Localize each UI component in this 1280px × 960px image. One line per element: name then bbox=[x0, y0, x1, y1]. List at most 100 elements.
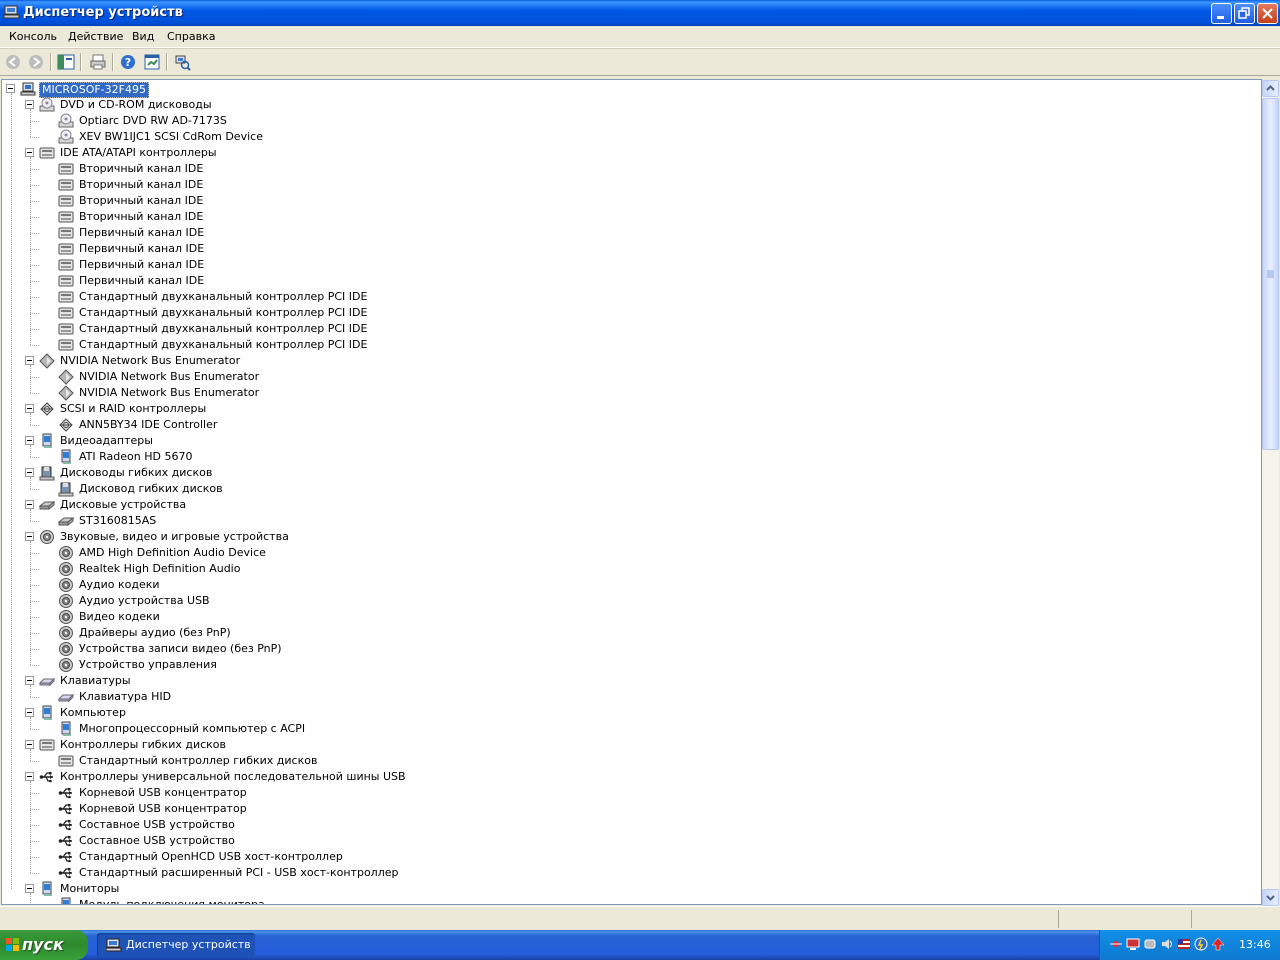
collapse-toggle[interactable] bbox=[25, 436, 34, 445]
tree-device[interactable]: Вторичный канал IDE bbox=[77, 162, 205, 176]
tree-device[interactable]: Корневой USB концентратор bbox=[77, 786, 249, 800]
tree-device[interactable]: Стандартный двухканальный контроллер PCI… bbox=[77, 338, 369, 352]
tree-device[interactable]: Корневой USB концентратор bbox=[77, 802, 249, 816]
tree-category[interactable]: Дисководы гибких дисков bbox=[58, 466, 214, 480]
menu-console[interactable]: Консоль bbox=[9, 30, 57, 43]
collapse-toggle[interactable] bbox=[25, 404, 34, 413]
power-icon[interactable] bbox=[1194, 937, 1208, 951]
tree-device[interactable]: AMD High Definition Audio Device bbox=[77, 546, 268, 560]
usb-icon bbox=[58, 849, 74, 865]
tree-category[interactable]: DVD и CD-ROM дисководы bbox=[58, 98, 214, 112]
tree-device[interactable]: Устройства записи видео (без PnP) bbox=[77, 642, 284, 656]
tree-device[interactable]: Первичный канал IDE bbox=[77, 274, 206, 288]
tree-category[interactable]: Клавиатуры bbox=[58, 674, 133, 688]
back-icon[interactable] bbox=[4, 53, 22, 71]
tree-device[interactable]: Вторичный канал IDE bbox=[77, 178, 205, 192]
tree-device[interactable]: Первичный канал IDE bbox=[77, 242, 206, 256]
scroll-thumb[interactable] bbox=[1262, 98, 1279, 450]
tree-device[interactable]: Многопроцессорный компьютер с ACPI bbox=[77, 722, 307, 736]
network-activity-icon[interactable] bbox=[1109, 937, 1123, 951]
tree-category[interactable]: SCSI и RAID контроллеры bbox=[58, 402, 208, 416]
collapse-toggle[interactable] bbox=[25, 100, 34, 109]
tree-device[interactable]: Дисковод гибких дисков bbox=[77, 482, 225, 496]
vertical-scrollbar[interactable] bbox=[1262, 80, 1279, 906]
tree-device[interactable]: Optiarc DVD RW AD-7173S bbox=[77, 114, 229, 128]
menu-help[interactable]: Справка bbox=[167, 30, 215, 43]
collapse-toggle[interactable] bbox=[6, 84, 15, 93]
collapse-toggle[interactable] bbox=[25, 740, 34, 749]
collapse-toggle[interactable] bbox=[25, 772, 34, 781]
restore-button[interactable] bbox=[1234, 3, 1255, 24]
collapse-toggle[interactable] bbox=[25, 148, 34, 157]
sound-settings-icon[interactable] bbox=[1143, 937, 1157, 951]
tree-device[interactable]: Первичный канал IDE bbox=[77, 226, 206, 240]
tree-device[interactable]: Аудио кодеки bbox=[77, 578, 162, 592]
safely-remove-hardware-icon[interactable] bbox=[1211, 937, 1225, 951]
show-hide-tree-icon[interactable] bbox=[57, 53, 75, 71]
help-icon[interactable]: ? bbox=[119, 53, 137, 71]
collapse-toggle[interactable] bbox=[25, 468, 34, 477]
tree-device[interactable]: XEV BW1IJC1 SCSI CdRom Device bbox=[77, 130, 265, 144]
tree-device[interactable]: Составное USB устройство bbox=[77, 818, 237, 832]
tree-category[interactable]: Компьютер bbox=[58, 706, 128, 720]
tree-device[interactable]: NVIDIA Network Bus Enumerator bbox=[77, 370, 261, 384]
tree-device[interactable]: ANN5BY34 IDE Controller bbox=[77, 418, 219, 432]
tree-category[interactable]: IDE ATA/ATAPI контроллеры bbox=[58, 146, 219, 160]
monitor-icon bbox=[39, 881, 55, 897]
tree-device[interactable]: Стандартный двухканальный контроллер PCI… bbox=[77, 322, 369, 336]
tree-category[interactable]: Видеоадаптеры bbox=[58, 434, 155, 448]
tree-device[interactable]: ATI Radeon HD 5670 bbox=[77, 450, 194, 464]
collapse-toggle[interactable] bbox=[25, 676, 34, 685]
tree-device[interactable]: ST3160815AS bbox=[77, 514, 158, 528]
tree-category[interactable]: Звуковые, видео и игровые устройства bbox=[58, 530, 291, 544]
tree-device[interactable]: Аудио устройства USB bbox=[77, 594, 212, 608]
tree-root-computer[interactable]: MICROSOF-32F495 bbox=[39, 82, 149, 98]
scroll-down-button[interactable] bbox=[1262, 889, 1279, 906]
tree-device[interactable]: Видео кодеки bbox=[77, 610, 162, 624]
forward-icon[interactable] bbox=[27, 53, 45, 71]
title-bar[interactable]: Диспетчер устройств bbox=[0, 0, 1280, 26]
tree-category[interactable]: Мониторы bbox=[58, 882, 121, 896]
scan-hardware-icon[interactable] bbox=[173, 53, 191, 71]
tree-device[interactable]: NVIDIA Network Bus Enumerator bbox=[77, 386, 261, 400]
tree-device[interactable]: Стандартный двухканальный контроллер PCI… bbox=[77, 306, 369, 320]
collapse-toggle[interactable] bbox=[25, 356, 34, 365]
taskbar-button-device-manager[interactable]: Диспетчер устройств bbox=[97, 933, 255, 957]
tree-device[interactable]: Стандартный OpenHCD USB хост-контроллер bbox=[77, 850, 345, 864]
tree-device[interactable]: Составное USB устройство bbox=[77, 834, 237, 848]
collapse-toggle[interactable] bbox=[25, 708, 34, 717]
tree-device[interactable]: Устройство управления bbox=[77, 658, 219, 672]
minimize-button[interactable] bbox=[1211, 3, 1232, 24]
menu-action[interactable]: Действие bbox=[68, 30, 123, 43]
close-button[interactable] bbox=[1257, 3, 1278, 24]
tree-connector bbox=[30, 649, 39, 650]
tree-device[interactable]: Стандартный расширенный PCI - USB хост-к… bbox=[77, 866, 401, 880]
properties-icon[interactable] bbox=[143, 53, 161, 71]
tree-device[interactable]: Первичный канал IDE bbox=[77, 258, 206, 272]
volume-icon[interactable] bbox=[1160, 937, 1174, 951]
tree-category[interactable]: Дисковые устройства bbox=[58, 498, 188, 512]
tree-category[interactable]: NVIDIA Network Bus Enumerator bbox=[58, 354, 242, 368]
tree-device[interactable]: Модуль подключения монитора bbox=[77, 898, 267, 904]
tree-device[interactable]: Стандартный контроллер гибких дисков bbox=[77, 754, 319, 768]
tree-connector bbox=[30, 185, 39, 186]
device-tree[interactable]: MICROSOF-32F495 DVD и CD-ROM дисководы Opt… bbox=[1, 79, 1262, 905]
print-icon[interactable] bbox=[89, 53, 107, 71]
tree-device[interactable]: Realtek High Definition Audio bbox=[77, 562, 242, 576]
display-tray-icon[interactable] bbox=[1126, 937, 1140, 951]
language-flag-icon[interactable] bbox=[1177, 937, 1191, 951]
collapse-toggle[interactable] bbox=[25, 884, 34, 893]
tree-device[interactable]: Клавиатура HID bbox=[77, 690, 173, 704]
collapse-toggle[interactable] bbox=[25, 500, 34, 509]
tree-category[interactable]: Контроллеры гибких дисков bbox=[58, 738, 228, 752]
tree-device[interactable]: Вторичный канал IDE bbox=[77, 210, 205, 224]
start-button[interactable]: пуск bbox=[0, 930, 88, 960]
menu-view[interactable]: Вид bbox=[132, 30, 154, 43]
tree-device[interactable]: Драйверы аудио (без PnP) bbox=[77, 626, 233, 640]
tree-category[interactable]: Контроллеры универсальной последовательн… bbox=[58, 770, 408, 784]
tree-device[interactable]: Стандартный двухканальный контроллер PCI… bbox=[77, 290, 369, 304]
tree-device[interactable]: Вторичный канал IDE bbox=[77, 194, 205, 208]
collapse-toggle[interactable] bbox=[25, 532, 34, 541]
device-manager-icon bbox=[106, 938, 122, 952]
scroll-up-button[interactable] bbox=[1262, 80, 1279, 97]
